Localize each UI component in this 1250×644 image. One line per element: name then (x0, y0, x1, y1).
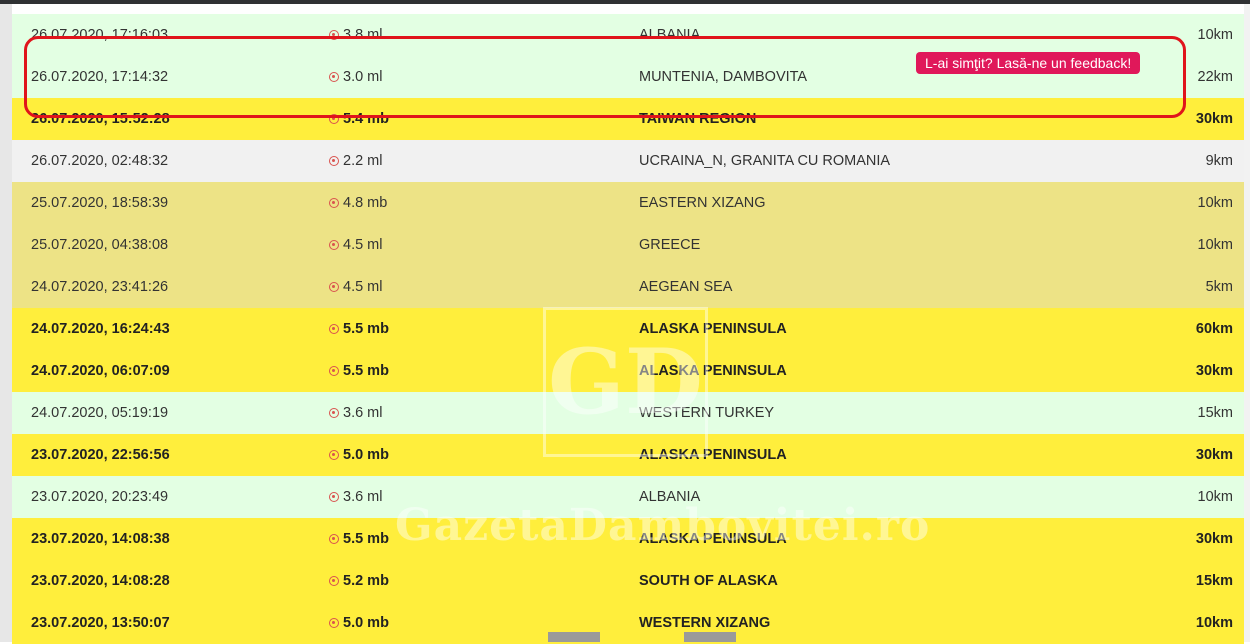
target-icon (329, 450, 339, 460)
event-magnitude: 4.5 ml (329, 224, 383, 266)
event-date: 23.07.2020, 13:50:07 (31, 615, 170, 631)
event-depth: 30km (1195, 363, 1233, 379)
event-depth: 30km (1195, 531, 1233, 547)
top-bar (0, 0, 1250, 4)
event-date: 24.07.2020, 05:19:19 (31, 405, 169, 421)
event-date: 25.07.2020, 18:58:39 (31, 195, 169, 211)
event-magnitude: 5.5 mb (329, 350, 389, 392)
scroll-thumb-left[interactable] (548, 632, 600, 642)
event-depth: 60km (1195, 321, 1233, 337)
event-region: SOUTH OF ALASKA (639, 573, 778, 589)
event-magnitude: 2.2 ml (329, 140, 383, 182)
event-region: EASTERN XIZANG (639, 195, 766, 211)
event-region: ALASKA PENINSULA (639, 447, 787, 463)
event-depth: 10km (1197, 237, 1233, 253)
table-row[interactable]: 24.07.2020, 23:41:26 4.5 ml AEGEAN SEA 5… (12, 266, 1244, 308)
event-region: ALASKA PENINSULA (639, 363, 787, 379)
table-row[interactable]: 23.07.2020, 20:23:49 3.6 ml ALBANIA 10km (12, 476, 1244, 518)
event-depth: 9km (1205, 153, 1233, 169)
event-magnitude: 5.5 mb (329, 518, 389, 560)
event-magnitude: 4.5 ml (329, 266, 383, 308)
event-region: AEGEAN SEA (639, 279, 733, 295)
target-icon (329, 282, 339, 292)
target-icon (329, 408, 339, 418)
event-region: ALASKA PENINSULA (639, 531, 787, 547)
event-magnitude: 5.2 mb (329, 560, 389, 602)
table-row[interactable]: 23.07.2020, 22:56:56 5.0 mb ALASKA PENIN… (12, 434, 1244, 476)
table-row[interactable]: 25.07.2020, 18:58:39 4.8 mb EASTERN XIZA… (12, 182, 1244, 224)
event-depth: 10km (1195, 615, 1233, 631)
target-icon (329, 240, 339, 250)
event-date: 26.07.2020, 02:48:32 (31, 153, 169, 169)
table-row[interactable]: 24.07.2020, 16:24:43 5.5 mb ALASKA PENIN… (12, 308, 1244, 350)
table-row[interactable]: 24.07.2020, 05:19:19 3.6 ml WESTERN TURK… (12, 392, 1244, 434)
event-region: ALASKA PENINSULA (639, 321, 787, 337)
event-depth: 10km (1197, 489, 1233, 505)
table-row[interactable]: 23.07.2020, 14:08:28 5.2 mb SOUTH OF ALA… (12, 560, 1244, 602)
event-region: UCRAINA_N, GRANITA CU ROMANIA (639, 153, 891, 169)
target-icon (329, 534, 339, 544)
event-date: 24.07.2020, 06:07:09 (31, 363, 170, 379)
scrollbar[interactable] (1244, 4, 1250, 642)
event-depth: 10km (1197, 195, 1233, 211)
target-icon (329, 576, 339, 586)
scroll-thumb-right[interactable] (684, 632, 736, 642)
event-date: 23.07.2020, 20:23:49 (31, 489, 169, 505)
event-magnitude: 3.6 ml (329, 476, 383, 518)
target-icon (329, 324, 339, 334)
table-row[interactable]: 23.07.2020, 14:08:38 5.5 mb ALASKA PENIN… (12, 518, 1244, 560)
target-icon (329, 198, 339, 208)
table-row[interactable]: 23.07.2020, 13:50:07 5.0 mb WESTERN XIZA… (12, 602, 1244, 644)
event-magnitude: 4.8 mb (329, 182, 387, 224)
event-depth: 15km (1195, 573, 1233, 589)
event-date: 25.07.2020, 04:38:08 (31, 237, 169, 253)
event-region: ALBANIA (639, 489, 701, 505)
event-magnitude: 3.6 ml (329, 392, 383, 434)
event-magnitude: 5.0 mb (329, 434, 389, 476)
target-icon (329, 366, 339, 376)
event-date: 24.07.2020, 23:41:26 (31, 279, 169, 295)
event-date: 23.07.2020, 22:56:56 (31, 447, 170, 463)
event-depth: 30km (1195, 447, 1233, 463)
target-icon (329, 156, 339, 166)
event-magnitude: 5.0 mb (329, 602, 389, 644)
event-magnitude: 5.5 mb (329, 308, 389, 350)
highlight-annotation (24, 36, 1186, 118)
event-depth: 30km (1195, 111, 1233, 127)
event-date: 23.07.2020, 14:08:28 (31, 573, 170, 589)
event-depth: 22km (1197, 69, 1233, 85)
event-depth: 10km (1197, 27, 1233, 43)
table-row[interactable]: 26.07.2020, 02:48:32 2.2 ml UCRAINA_N, G… (12, 140, 1244, 182)
event-depth: 15km (1197, 405, 1233, 421)
left-gutter (0, 4, 12, 642)
target-icon (329, 618, 339, 628)
event-depth: 5km (1205, 279, 1233, 295)
table-row[interactable]: 24.07.2020, 06:07:09 5.5 mb ALASKA PENIN… (12, 350, 1244, 392)
event-date: 24.07.2020, 16:24:43 (31, 321, 170, 337)
table-row[interactable]: 25.07.2020, 04:38:08 4.5 ml GREECE 10km (12, 224, 1244, 266)
event-date: 23.07.2020, 14:08:38 (31, 531, 170, 547)
event-region: GREECE (639, 237, 701, 253)
event-region: WESTERN TURKEY (639, 405, 775, 421)
target-icon (329, 492, 339, 502)
